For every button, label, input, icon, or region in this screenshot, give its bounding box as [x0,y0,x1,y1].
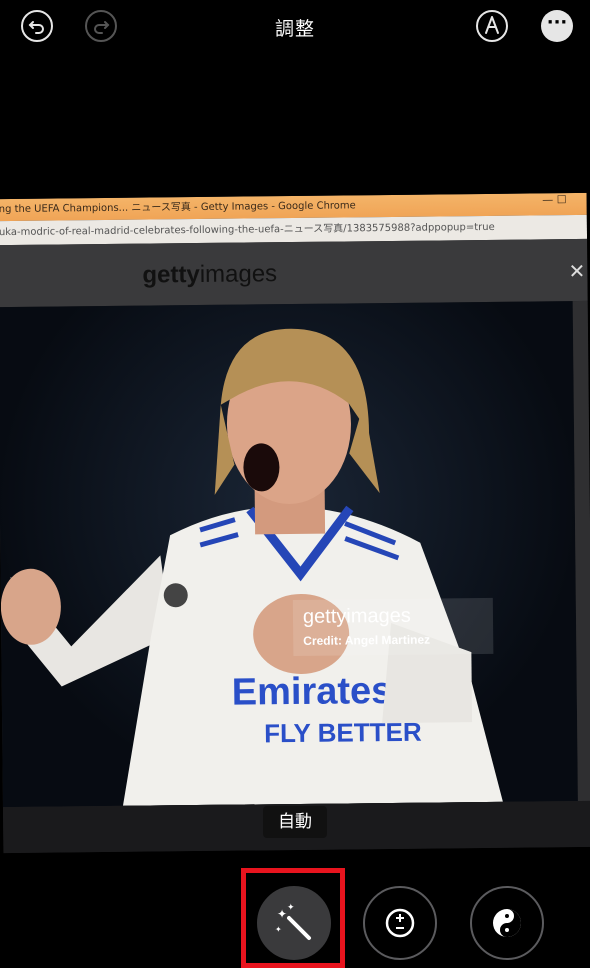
brilliance-button[interactable] [470,886,544,960]
shirt-sponsor: Emirates [232,670,393,714]
photo-preview[interactable]: ng the UEFA Champions... ニュース写真 - Getty … [0,192,590,854]
more-ellipsis-icon: ··· [546,12,568,33]
player-illustration: Emirates FLY BETTER [0,328,503,806]
getty-watermark: gettyimages Credit: Angel Martinez [292,597,494,657]
more-button[interactable]: ··· [541,10,573,42]
player-photo: Emirates FLY BETTER [0,301,578,808]
photo-credit: Credit: Angel Martinez [303,632,431,648]
exposure-plus-minus-icon [385,908,415,938]
yin-yang-icon [493,909,521,937]
current-tool-label: 自動 [263,806,327,838]
top-bar: 調整 ··· [0,0,590,56]
watermark-logo: gettyimages [302,604,411,628]
exposure-button[interactable] [363,886,437,960]
markup-pen-icon [485,16,499,34]
window-controls: — ☐ [542,193,567,207]
getty-header: gettyimages ✕ [0,238,588,308]
getty-logo: gettyimages [142,260,278,289]
highlight-annotation [241,868,345,968]
close-icon: ✕ [568,258,586,284]
markup-button[interactable] [476,10,508,42]
